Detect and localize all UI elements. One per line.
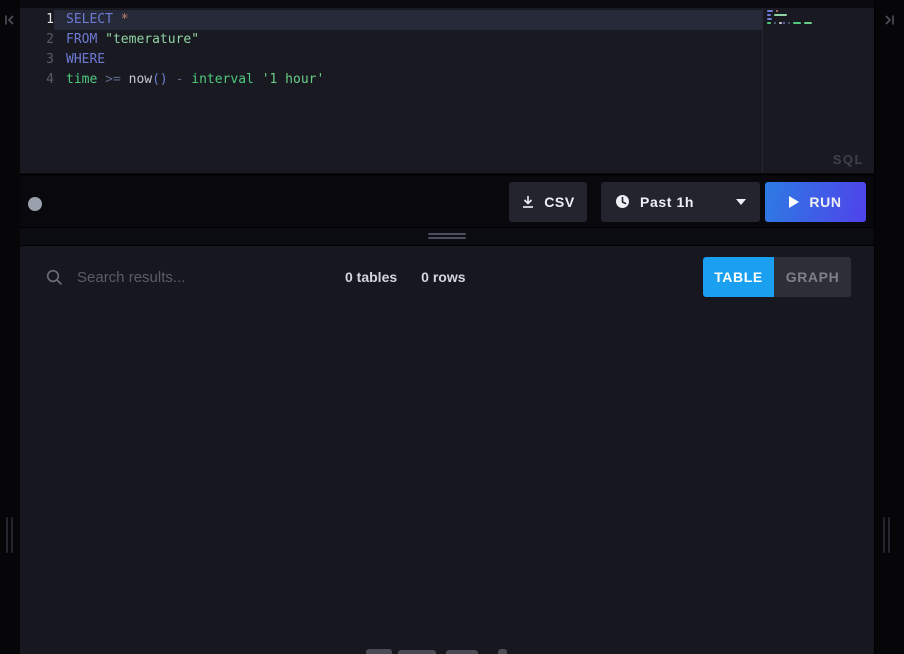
editor-line[interactable]: 4time >= now() - interval '1 hour' — [20, 70, 762, 90]
collapse-left-icon[interactable] — [2, 12, 18, 28]
line-number: 2 — [20, 30, 54, 50]
csv-button-label: CSV — [544, 194, 575, 210]
tab-table[interactable]: TABLE — [703, 257, 774, 297]
results-panel: 0 tables 0 rows TABLE GRAPH — [20, 246, 874, 654]
play-icon — [789, 196, 799, 208]
left-panel-drag-handle[interactable] — [6, 517, 13, 553]
editor-line[interactable]: 3WHERE — [20, 50, 762, 70]
code-text: time >= now() - interval '1 hour' — [54, 70, 762, 90]
drag-handle-icon[interactable] — [428, 233, 466, 241]
editor-line[interactable]: 1SELECT * — [20, 10, 762, 30]
search-results-input[interactable] — [77, 269, 317, 286]
tab-graph[interactable]: GRAPH — [774, 257, 851, 297]
line-number: 1 — [20, 10, 54, 30]
chevron-down-icon — [736, 199, 746, 205]
clipped-bottom-element — [498, 649, 507, 654]
run-button-label: RUN — [809, 194, 841, 210]
view-toggle: TABLE GRAPH — [703, 257, 851, 297]
right-panel-drag-handle[interactable] — [883, 517, 890, 553]
clipped-bottom-element — [446, 650, 478, 654]
tables-count: 0 tables — [345, 269, 397, 285]
clock-icon — [615, 194, 630, 209]
line-number: 3 — [20, 50, 54, 70]
language-label: SQL — [833, 152, 864, 167]
csv-download-button[interactable]: CSV — [509, 182, 587, 222]
run-query-button[interactable]: RUN — [765, 182, 866, 222]
left-rail — [0, 0, 20, 654]
code-text: FROM "temerature" — [54, 30, 762, 50]
results-header: 0 tables 0 rows TABLE GRAPH — [20, 246, 874, 308]
time-range-dropdown[interactable]: Past 1h — [601, 182, 760, 222]
time-range-value: Past 1h — [640, 194, 694, 210]
code-minimap[interactable] — [767, 10, 813, 26]
editor-line[interactable]: 2FROM "temerature" — [20, 30, 762, 50]
rows-count: 0 rows — [421, 269, 465, 285]
query-toolbar: CSV Past 1h RUN — [20, 176, 874, 227]
line-number: 4 — [20, 70, 54, 90]
right-rail — [874, 0, 904, 654]
collapse-right-icon[interactable] — [881, 12, 897, 28]
clipped-bottom-element — [398, 650, 436, 654]
clipped-bottom-element — [366, 649, 392, 654]
download-icon — [521, 195, 535, 209]
search-box — [46, 269, 317, 286]
code-pane[interactable]: 1SELECT *2FROM "temerature"3WHERE4time >… — [20, 8, 762, 173]
panel-splitter — [20, 227, 874, 246]
search-icon — [46, 269, 63, 286]
app-window: 1SELECT *2FROM "temerature"3WHERE4time >… — [0, 0, 904, 654]
code-text: SELECT * — [54, 10, 762, 30]
sql-editor: 1SELECT *2FROM "temerature"3WHERE4time >… — [20, 0, 874, 175]
code-text: WHERE — [54, 50, 762, 70]
minimap-pane: SQL — [763, 8, 874, 173]
status-indicator — [28, 197, 42, 211]
